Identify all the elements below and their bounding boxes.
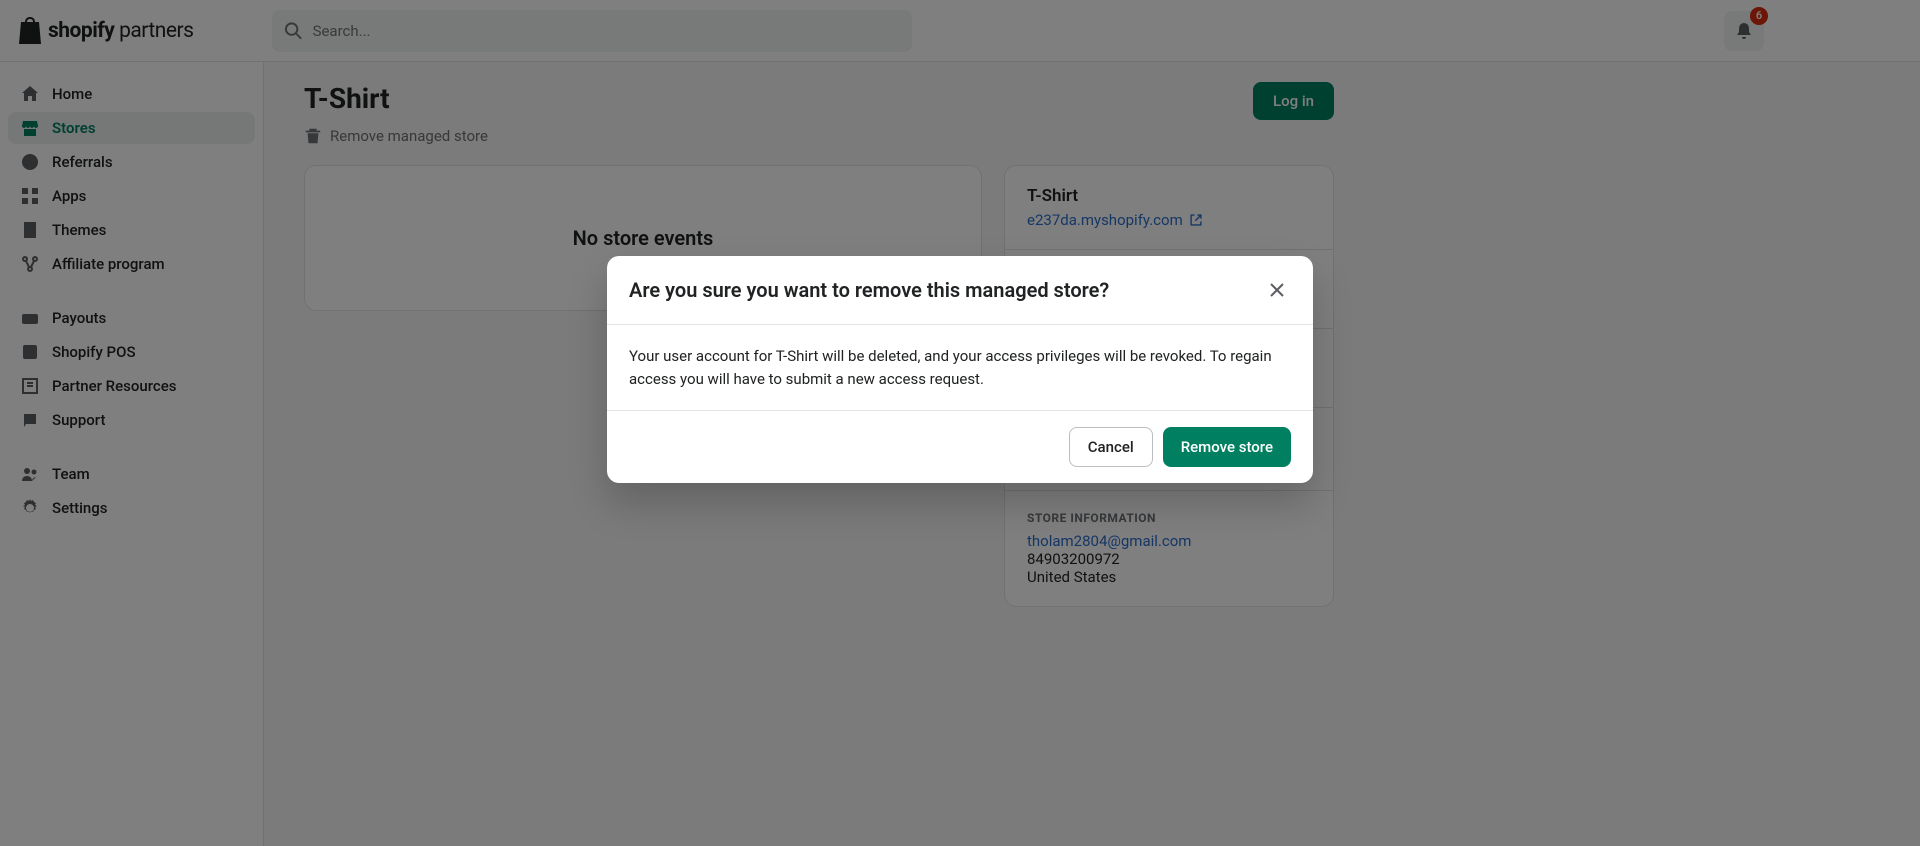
modal-body: Your user account for T-Shirt will be de… xyxy=(607,325,1313,410)
remove-store-button[interactable]: Remove store xyxy=(1163,427,1291,467)
close-icon xyxy=(1267,280,1287,300)
modal-title: Are you sure you want to remove this man… xyxy=(629,278,1109,302)
cancel-button[interactable]: Cancel xyxy=(1069,427,1153,467)
confirm-remove-modal: Are you sure you want to remove this man… xyxy=(607,256,1313,483)
modal-overlay[interactable]: Are you sure you want to remove this man… xyxy=(0,0,1920,846)
modal-close-button[interactable] xyxy=(1263,276,1291,304)
